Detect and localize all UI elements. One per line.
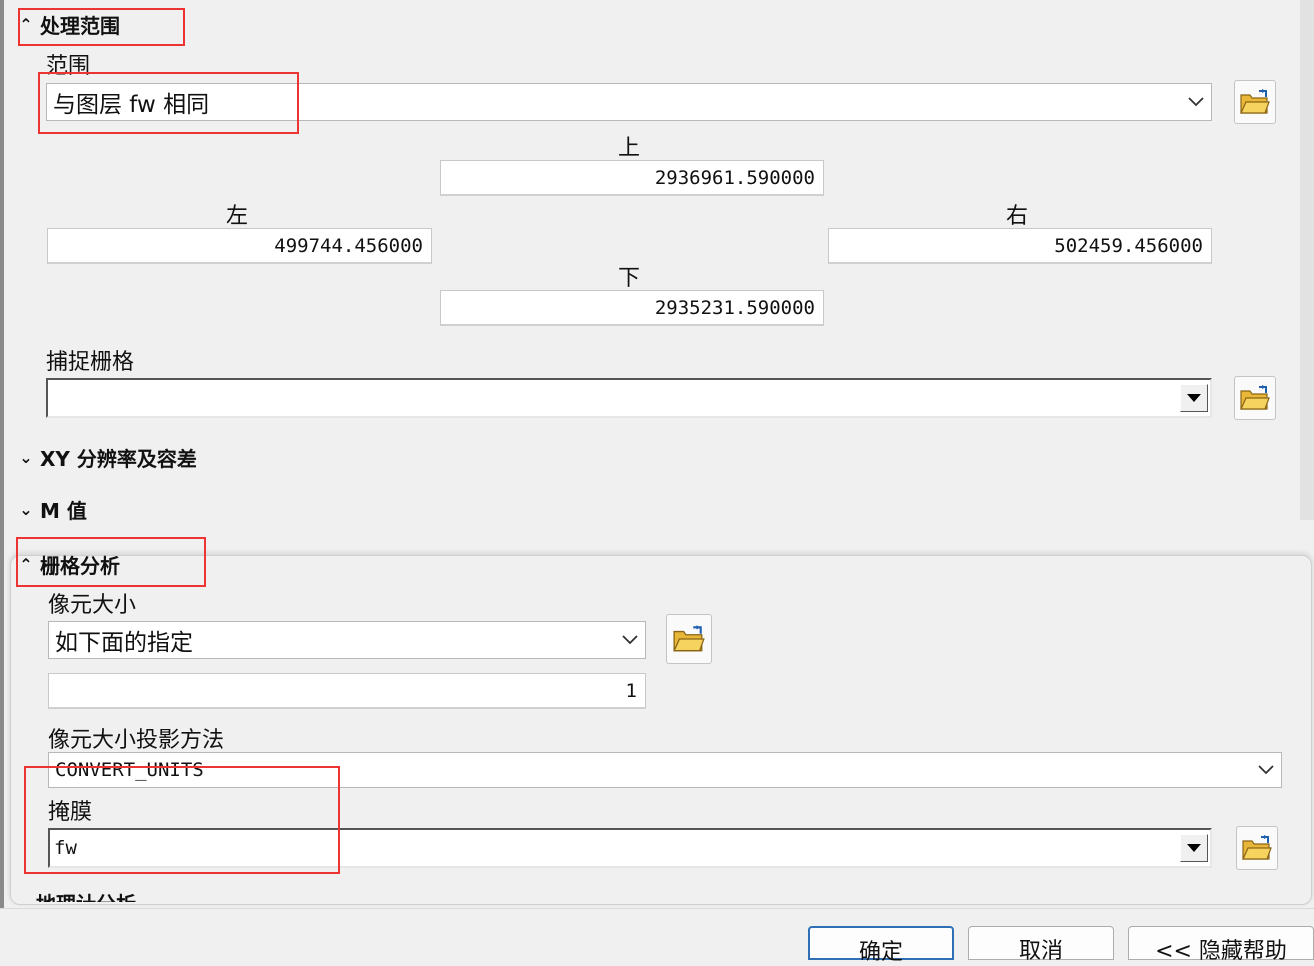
extent-right-label: 右: [1006, 204, 1029, 229]
extent-bottom-label: 下: [618, 266, 641, 291]
section-header-processing-extent[interactable]: ⌃ 处理范围: [18, 10, 120, 39]
folder-open-icon: [1240, 89, 1270, 114]
cell-size-browse-button[interactable]: [666, 614, 712, 664]
projection-method-label: 像元大小投影方法: [48, 728, 225, 753]
folder-open-icon: [1242, 835, 1272, 860]
extent-top-input[interactable]: 2936961.590000: [440, 160, 824, 196]
folder-open-icon: [673, 625, 705, 652]
extent-label: 范围: [46, 54, 91, 79]
dropdown-arrow-icon[interactable]: [1180, 834, 1208, 862]
chevron-down-icon: ⌄: [14, 893, 30, 902]
mask-label: 掩膜: [48, 800, 93, 825]
projection-method-combo[interactable]: CONVERT_UNITS: [48, 752, 1282, 788]
section-header-raster-analysis[interactable]: ⌃ 栅格分析: [18, 550, 120, 579]
extent-combo[interactable]: 与图层 fw 相同: [46, 83, 1212, 121]
window-left-edge: [0, 0, 4, 956]
cell-size-combo[interactable]: 如下面的指定: [48, 621, 646, 659]
mask-browse-button[interactable]: [1236, 826, 1278, 870]
dropdown-arrow-icon[interactable]: [1180, 384, 1208, 412]
section-title: 处理范围: [40, 14, 120, 38]
vertical-scrollbar[interactable]: [1300, 0, 1314, 520]
projection-method-value: CONVERT_UNITS: [55, 759, 204, 781]
chevron-down-icon: ⌄: [19, 448, 33, 467]
folder-open-icon: [1240, 385, 1270, 410]
chevron-down-icon: ⌄: [19, 500, 33, 519]
chevron-down-icon: [1251, 753, 1281, 787]
section-title: 栅格分析: [40, 554, 120, 578]
extent-combo-value: 与图层 fw 相同: [53, 92, 210, 118]
snap-raster-browse-button[interactable]: [1234, 376, 1276, 420]
extent-left-input[interactable]: 499744.456000: [47, 228, 432, 264]
snap-raster-combo[interactable]: [46, 378, 1212, 418]
section-header-next[interactable]: ⌄ 地理计分析: [14, 888, 314, 902]
section-title: XY 分辨率及容差: [40, 447, 197, 471]
cell-size-label: 像元大小: [48, 593, 137, 618]
section-header-xy-resolution[interactable]: ⌄ XY 分辨率及容差: [18, 443, 197, 472]
section-title: M 值: [40, 499, 87, 523]
extent-browse-button[interactable]: [1234, 80, 1276, 124]
chevron-up-icon: ⌃: [19, 15, 33, 34]
chevron-down-icon: [1181, 84, 1211, 120]
snap-raster-label: 捕捉栅格: [46, 350, 135, 375]
chevron-down-icon: [615, 622, 645, 658]
hide-help-button[interactable]: << 隐藏帮助: [1128, 926, 1314, 964]
mask-value: fw: [54, 837, 77, 859]
button-bar: [0, 908, 1314, 957]
ok-button[interactable]: 确定: [808, 926, 954, 965]
mask-combo[interactable]: fw: [48, 828, 1212, 868]
extent-left-label: 左: [226, 204, 249, 229]
section-header-m-values[interactable]: ⌄ M 值: [18, 495, 87, 524]
next-section-clip: ⌄ 地理计分析: [14, 886, 314, 902]
extent-bottom-input[interactable]: 2935231.590000: [440, 290, 824, 326]
extent-right-input[interactable]: 502459.456000: [828, 228, 1212, 264]
cancel-button[interactable]: 取消: [968, 926, 1114, 964]
extent-top-label: 上: [618, 136, 641, 161]
cell-size-input[interactable]: 1: [48, 673, 646, 709]
cell-size-combo-value: 如下面的指定: [55, 630, 193, 656]
chevron-up-icon: ⌃: [19, 555, 33, 574]
section-title: 地理计分析: [36, 888, 136, 902]
